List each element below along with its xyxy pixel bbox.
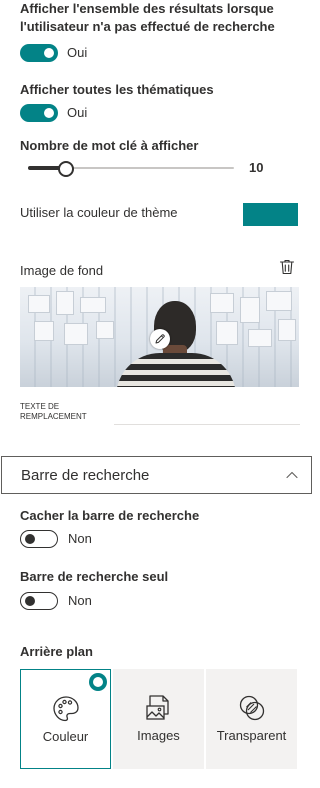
show-all-results-label: Afficher l'ensemble des résultats lorsqu… xyxy=(20,1,275,34)
wall-poster xyxy=(248,329,272,347)
show-all-topics-state: Oui xyxy=(67,105,88,120)
background-image-preview[interactable] xyxy=(20,287,299,387)
wall-poster xyxy=(34,321,54,341)
wall-poster xyxy=(56,291,74,315)
wall-poster xyxy=(278,319,296,341)
search-bar-section-header[interactable]: Barre de recherche xyxy=(1,456,312,494)
show-all-results-toggle[interactable] xyxy=(20,44,58,62)
image-icon xyxy=(113,693,204,723)
alt-text-label: TEXTE DE REMPLACEMENT xyxy=(20,402,87,421)
keyword-count-slider[interactable] xyxy=(28,161,234,177)
hide-search-bar-label: Cacher la barre de recherche xyxy=(20,508,200,523)
toggle-knob xyxy=(25,596,35,606)
search-bar-only-state: Non xyxy=(68,593,92,608)
wall-poster xyxy=(240,297,260,323)
wall-poster xyxy=(64,323,88,345)
option-label: Transparent xyxy=(216,728,287,743)
option-label: Couleur xyxy=(42,729,89,744)
background-choice-label: Arrière plan xyxy=(20,644,93,659)
background-option-color[interactable]: Couleur xyxy=(20,669,111,769)
option-label: Images xyxy=(137,728,180,743)
wall-poster xyxy=(80,297,106,313)
show-all-topics-label: Afficher toutes les thématiques xyxy=(20,82,214,97)
radio-selected-icon xyxy=(89,673,107,691)
toggle-knob xyxy=(44,48,54,58)
wall-poster xyxy=(28,295,50,313)
person-shirt xyxy=(116,353,236,387)
background-image-label: Image de fond xyxy=(20,263,104,278)
show-all-topics-toggle[interactable] xyxy=(20,104,58,122)
keyword-count-label: Nombre de mot clé à afficher xyxy=(20,138,199,153)
alt-text-input[interactable] xyxy=(114,402,300,425)
wall-poster xyxy=(216,321,238,345)
toggle-knob xyxy=(44,108,54,118)
transparent-icon xyxy=(206,693,297,723)
slider-thumb[interactable] xyxy=(58,161,75,177)
wall-poster xyxy=(266,291,292,311)
theme-color-label: Utiliser la couleur de thème xyxy=(20,205,178,220)
search-bar-only-label: Barre de recherche seul xyxy=(20,569,169,584)
pencil-icon[interactable] xyxy=(150,329,170,349)
trash-icon[interactable] xyxy=(278,258,296,281)
hide-search-bar-state: Non xyxy=(68,531,92,546)
show-all-results-state: Oui xyxy=(67,45,88,60)
chevron-up-icon xyxy=(285,468,299,487)
search-bar-only-toggle[interactable] xyxy=(20,592,58,610)
wall-poster xyxy=(210,293,234,313)
keyword-count-value: 10 xyxy=(249,160,264,175)
theme-color-swatch[interactable] xyxy=(243,203,298,226)
hide-search-bar-toggle[interactable] xyxy=(20,530,58,548)
background-option-transparent[interactable]: Transparent xyxy=(206,669,297,769)
toggle-knob xyxy=(25,534,35,544)
wall-poster xyxy=(96,321,114,339)
section-title: Barre de recherche xyxy=(21,467,150,484)
background-option-images[interactable]: Images xyxy=(113,669,204,769)
palette-icon xyxy=(21,694,110,724)
